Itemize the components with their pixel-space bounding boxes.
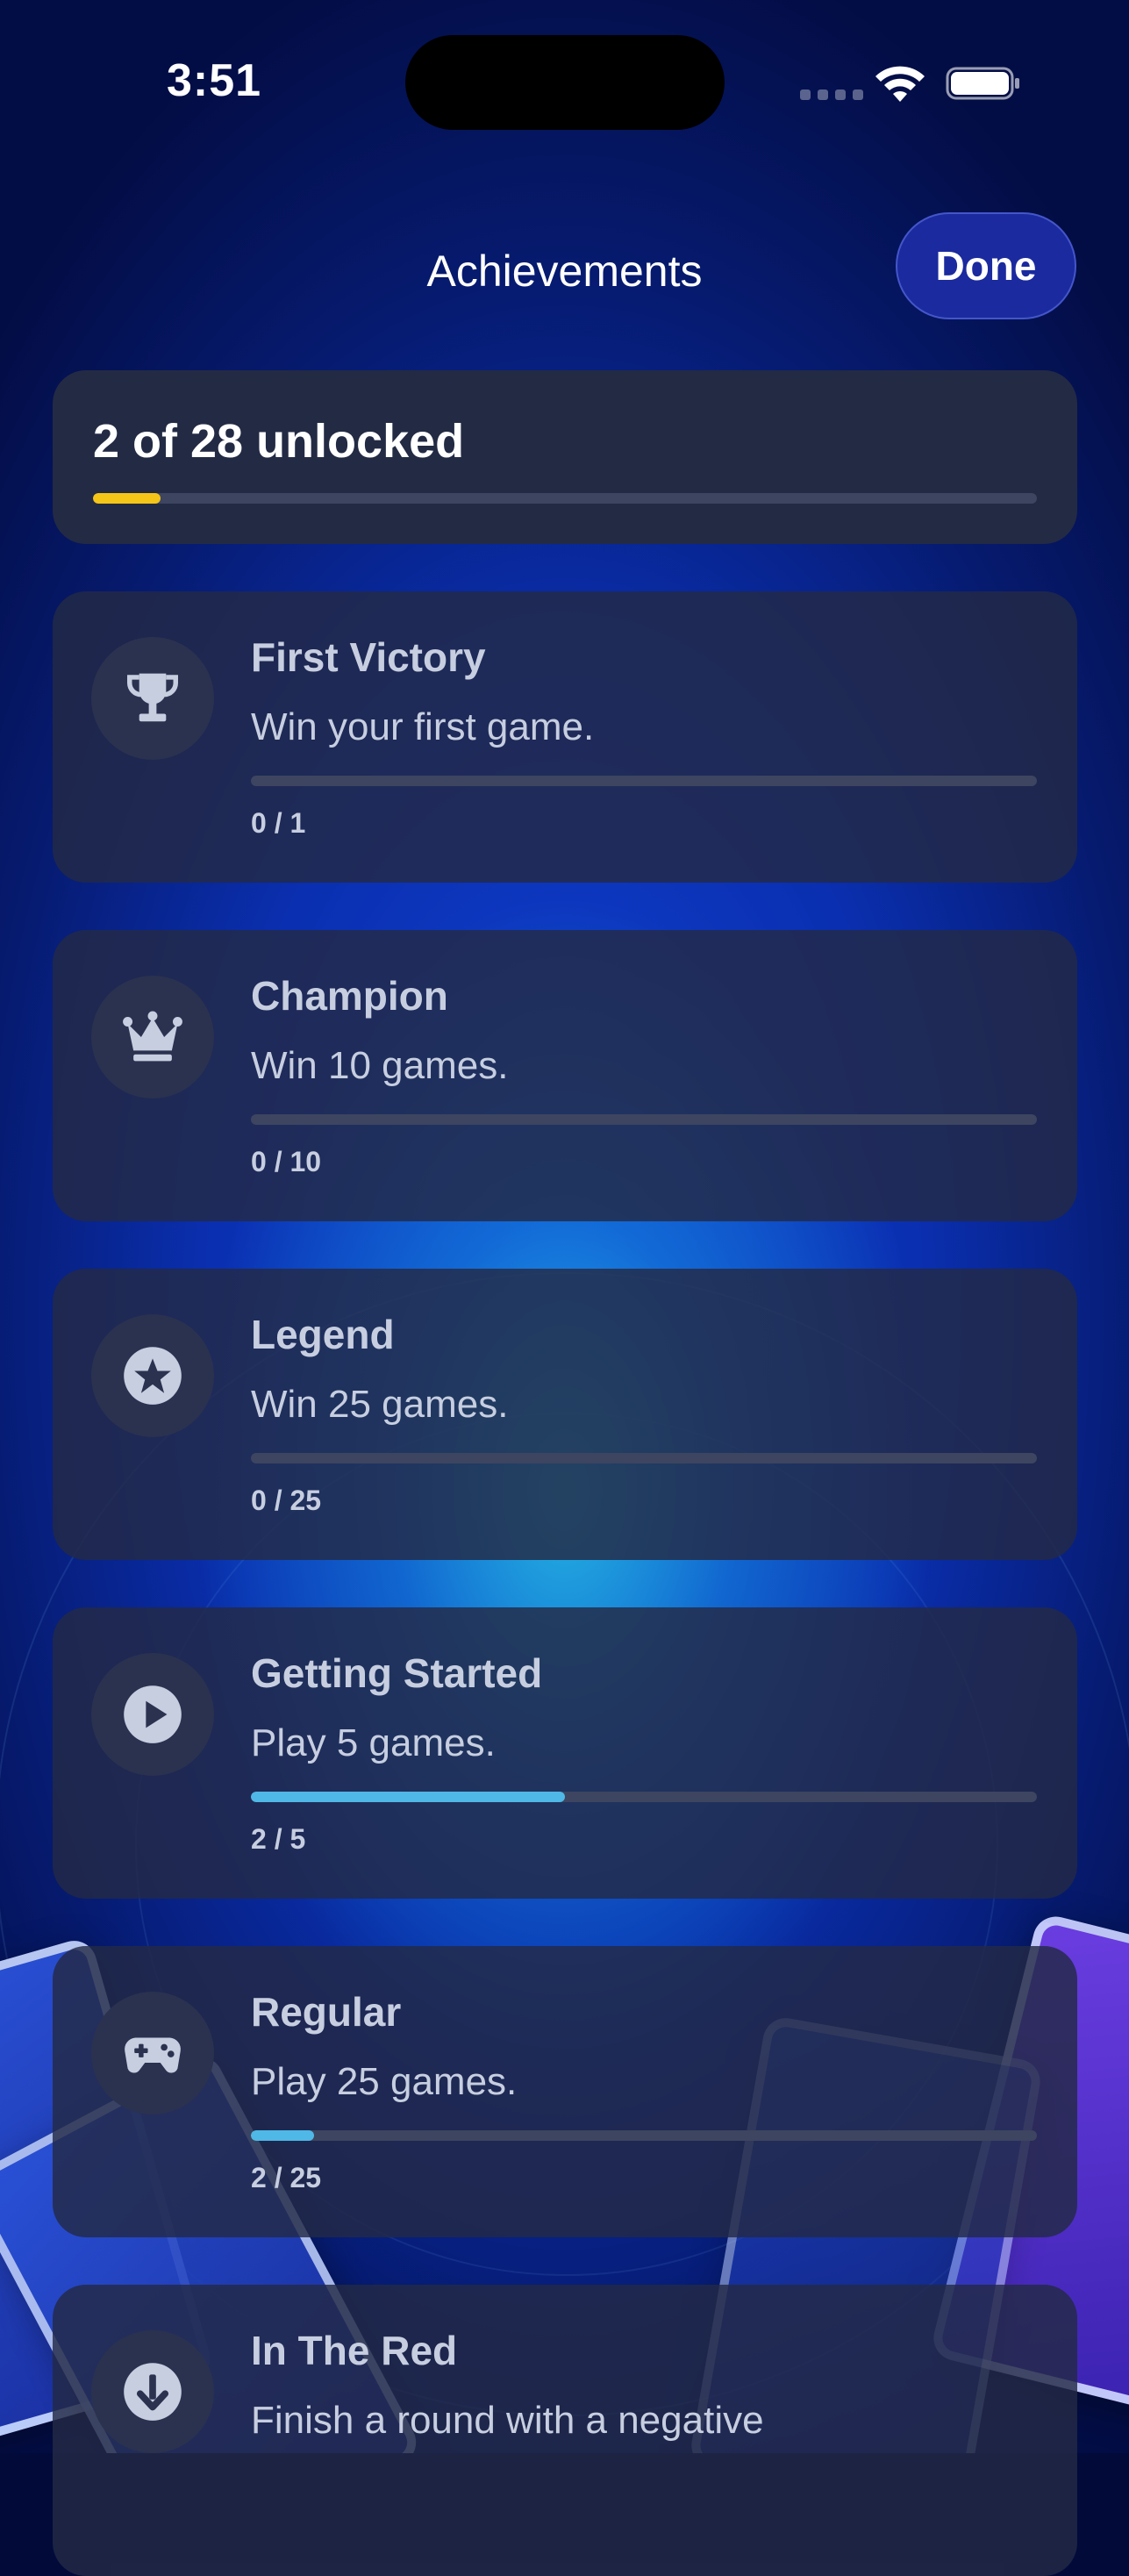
unlocked-progress-bar [93, 493, 1037, 504]
achievement-progress-fill [251, 1792, 566, 1802]
achievement-description: Win 10 games. [251, 1044, 509, 1087]
battery-icon [946, 67, 1019, 100]
achievement-description: Play 5 games. [251, 1721, 496, 1764]
unlocked-summary-text: 2 of 28 unlocked [93, 415, 465, 468]
achievement-description: Play 25 games. [251, 2060, 518, 2103]
achievement-progress-count: 0 / 10 [251, 1146, 322, 1177]
unlocked-progress-fill [93, 493, 161, 504]
achievement-description: Win your first game. [251, 705, 595, 748]
achievement-progress-count: 2 / 5 [251, 1823, 306, 1855]
gamepad-icon [91, 1992, 214, 2114]
achievement-title: In The Red [251, 2328, 458, 2373]
status-bar: 3:51 [0, 0, 1129, 167]
achievement-progress-bar [251, 1792, 1037, 1802]
achievement-description: Win 25 games. [251, 1383, 509, 1426]
star-icon [91, 1314, 214, 1437]
achievement-progress-fill [251, 2130, 314, 2141]
cellular-signal-icon [800, 89, 863, 100]
achievement-card-first-victory[interactable]: First Victory Win your first game. 0 / 1 [53, 591, 1077, 883]
achievement-title: Getting Started [251, 1650, 543, 1696]
unlocked-summary-card: 2 of 28 unlocked [53, 370, 1077, 544]
done-button[interactable]: Done [896, 212, 1076, 319]
achievement-progress-count: 2 / 25 [251, 2162, 322, 2193]
wifi-icon [875, 66, 925, 102]
achievement-progress-bar [251, 776, 1037, 786]
achievement-title: Regular [251, 1989, 402, 2035]
achievement-progress-bar [251, 1453, 1037, 1463]
achievement-description: Finish a round with a negative [251, 2399, 764, 2442]
achievement-card-champion[interactable]: Champion Win 10 games. 0 / 10 [53, 930, 1077, 1221]
achievement-progress-bar [251, 1114, 1037, 1125]
achievement-card-regular[interactable]: Regular Play 25 games. 2 / 25 [53, 1946, 1077, 2237]
achievement-title: Legend [251, 1312, 395, 1357]
trophy-icon [91, 637, 214, 760]
achievement-card-getting-started[interactable]: Getting Started Play 5 games. 2 / 5 [53, 1607, 1077, 1899]
achievement-title: Champion [251, 973, 448, 1019]
achievement-card-legend[interactable]: Legend Win 25 games. 0 / 25 [53, 1269, 1077, 1560]
crown-icon [91, 976, 214, 1098]
arrow-down-circle-icon [91, 2330, 214, 2453]
status-time: 3:51 [167, 55, 262, 106]
achievement-progress-count: 0 / 1 [251, 807, 306, 839]
achievement-card-in-the-red[interactable]: In The Red Finish a round with a negativ… [53, 2285, 1077, 2576]
navigation-bar: Achievements Done [0, 202, 1129, 333]
achievement-progress-bar [251, 2130, 1037, 2141]
achievement-progress-count: 0 / 25 [251, 1485, 322, 1516]
dynamic-island [405, 35, 725, 130]
achievement-title: First Victory [251, 634, 486, 680]
play-icon [91, 1653, 214, 1776]
